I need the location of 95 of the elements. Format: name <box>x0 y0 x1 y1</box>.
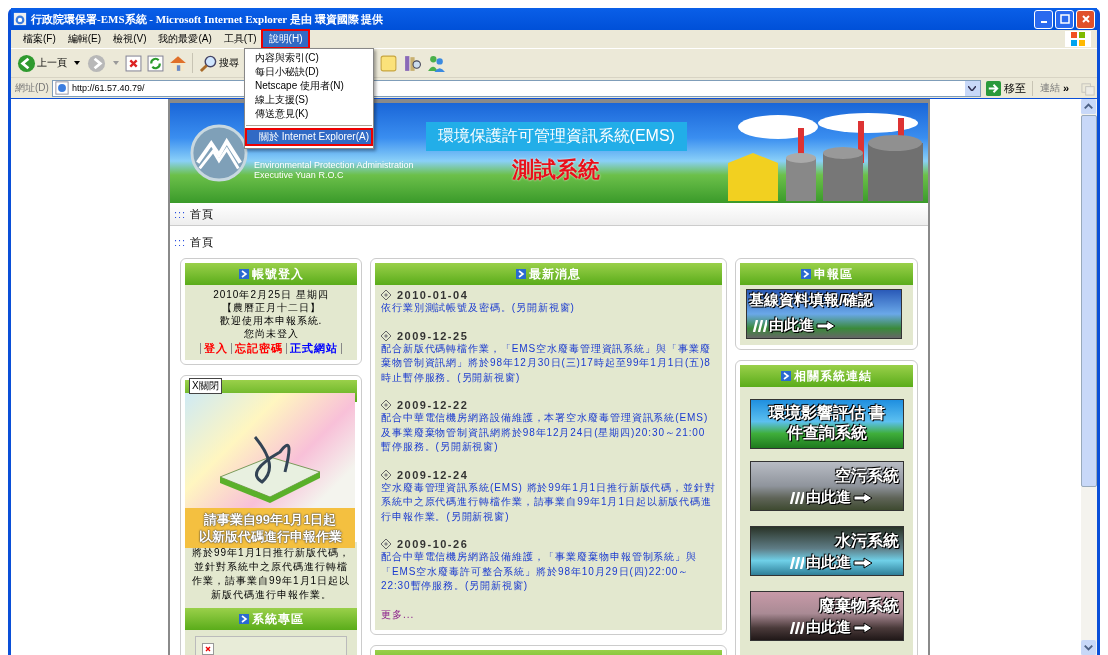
scroll-thumb[interactable] <box>1081 115 1097 487</box>
diamond-icon <box>381 469 391 480</box>
system-banner-link[interactable]: 廢棄物系統 由此進 <box>749 591 904 641</box>
minimize-button[interactable] <box>1034 9 1053 29</box>
login-info-text: 您尚未登入 <box>243 327 299 340</box>
caret-icon[interactable] <box>74 61 80 65</box>
maximize-button[interactable] <box>1055 9 1074 29</box>
people-icon[interactable] <box>427 53 446 73</box>
stripes-icon <box>788 621 804 634</box>
arrow-icon <box>238 614 249 624</box>
menu-item[interactable]: 傳送意見(K) <box>245 107 373 121</box>
news-link[interactable]: 配合中華電信機房網路設備維護，「事業廢棄物申報管制系統」與「EMS空水廢毒許可整合系統」將於98年10月29日(四)22:00～22:30暫停服務。(另開新視窗) <box>381 550 716 594</box>
search-button[interactable]: 搜尋 <box>197 53 241 73</box>
login-link[interactable]: 正式網站 <box>287 343 342 354</box>
home-icon[interactable] <box>169 54 187 72</box>
scroll-up-icon[interactable] <box>1081 99 1096 114</box>
system-banner-link[interactable]: 空污系統 由此進 <box>749 461 904 511</box>
news-date: 2009-12-25 <box>397 329 469 342</box>
login-info-text: 【農曆正月十二日】 <box>221 301 321 314</box>
login-info-text: 歡迎使用本申報系統. <box>219 314 323 327</box>
menu-item[interactable]: 說明(H) <box>262 31 309 47</box>
diamond-icon <box>381 539 391 549</box>
menu-item[interactable]: 每日小秘訣(D) <box>245 65 373 79</box>
search-icon <box>199 53 218 73</box>
links-label[interactable]: 連結 <box>1039 81 1060 95</box>
banner-caption: 請事業自99年1月1日起 <box>203 511 337 528</box>
report-banner-link[interactable]: 基線資料填報/確認 由此進 <box>746 289 902 339</box>
stripes-icon <box>788 556 804 569</box>
menu-item[interactable]: 編輯(E) <box>61 31 108 47</box>
back-button[interactable]: 上一頁 <box>15 53 69 73</box>
stop-icon[interactable] <box>125 54 142 72</box>
ie-icon <box>13 12 27 26</box>
go-arrow-icon <box>985 80 1001 96</box>
diamond-icon <box>381 400 391 410</box>
minimize-icon <box>1040 21 1047 23</box>
breadcrumb: ::: 首頁 <box>174 235 215 250</box>
close-popup-button[interactable]: X關閉 <box>189 378 222 394</box>
refresh-icon[interactable] <box>147 54 164 72</box>
news-date: 2010-01-04 <box>397 289 469 301</box>
dropdown-button[interactable] <box>964 80 980 96</box>
stripes-icon <box>751 319 767 332</box>
arrow-icon <box>853 621 873 634</box>
vertical-scrollbar[interactable] <box>1081 99 1097 655</box>
broken-image-icon <box>202 643 214 655</box>
breadcrumb: ::: 首頁 <box>174 206 215 222</box>
news-link[interactable]: 依行業別測試帳號及密碼。(另開新視窗) <box>381 301 716 316</box>
news-link[interactable]: 空水廢毒管理資訊系統(EMS) 將於99年1月1日推行新版代碼，並針對系統中之原代碼進行轉檔作業，請事業自99年1月1日起以新版代碼進行申報作業。(另開新視窗) <box>381 480 716 524</box>
close-button[interactable] <box>1076 9 1095 29</box>
address-label: 網址(D) <box>15 81 49 95</box>
news-date: 2009-12-24 <box>397 468 469 481</box>
close-icon <box>1080 14 1091 24</box>
scroll-down-icon[interactable] <box>1081 640 1096 655</box>
arrow-icon <box>516 269 526 279</box>
menu-item[interactable]: 線上支援(S) <box>245 93 373 107</box>
news-date: 2009-10-26 <box>397 538 469 550</box>
stripes-icon <box>788 491 804 504</box>
system-banner-link[interactable]: 水污系統 由此進 <box>749 526 904 576</box>
menu-item[interactable]: 內容與索引(C) <box>245 51 373 65</box>
window-title: 行政院環保署-EMS系統 - Microsoft Internet Explorer 是由 環資國際 提供 <box>31 11 384 27</box>
menu-item[interactable]: 檔案(F) <box>17 31 62 47</box>
caret-icon <box>968 85 977 91</box>
menu-item[interactable]: 關於 Internet Explorer(A) <box>247 130 371 144</box>
book-icon[interactable] <box>403 53 422 73</box>
news-date: 2009-12-22 <box>397 399 469 411</box>
news-link[interactable]: 配合新版代碼轉檔作業，「EMS空水廢毒管理資訊系統」與「事業廢棄物管制資訊網」將於98年12月30日(三)17時起至99年1月1日(五)8時止暫停服務。(另開新視窗) <box>381 341 716 385</box>
organization-name: Environmental Protection Administration <box>254 160 414 170</box>
panel-title: 最新消息 <box>529 265 581 283</box>
organization-name: Executive Yuan R.O.C <box>254 170 345 180</box>
panel-title: 系統專區 <box>251 610 304 628</box>
diamond-icon <box>381 330 391 341</box>
panel-title: 申報區 <box>813 265 853 283</box>
menu-item[interactable]: 檢視(V) <box>107 31 153 47</box>
arrow-icon <box>853 556 873 569</box>
arrow-icon <box>238 269 249 279</box>
menu-item[interactable]: 工具(T) <box>217 31 263 47</box>
maximize-icon <box>1059 14 1070 24</box>
test-system-label: 測試系統 <box>512 155 601 184</box>
news-link[interactable]: 配合中華電信機房網路設備維護，本署空水廢毒管理資訊系統(EMS)及事業廢棄物管制資訊網將於98年12月24日(星期四)20:30～21:00暫停服務。(另開新視窗) <box>381 411 716 455</box>
chevron-button[interactable]: » <box>1062 82 1069 94</box>
diamond-icon <box>381 290 391 300</box>
system-title: 環境保護許可管理資訊系統(EMS) <box>425 121 687 151</box>
more-link[interactable]: 更多... <box>381 607 716 622</box>
notice-text: 將於99年1月1日推行新版代碼，並針對系統中之原代碼進行轉檔作業，請事業自99年1月1日起以新版代碼進行申報作業。 <box>191 546 351 602</box>
arrow-icon <box>816 319 836 332</box>
address-field[interactable]: http://61.57.40.79/ <box>71 83 182 93</box>
login-info-text: 2010年2月25日 星期四 <box>213 288 329 301</box>
menu-item[interactable]: Netscape 使用者(N) <box>245 79 373 93</box>
panel-title: 相關系統連結 <box>794 367 872 385</box>
go-button[interactable]: 移至 <box>983 80 1033 96</box>
arrow-icon <box>853 491 873 504</box>
arrow-icon <box>800 269 811 279</box>
arrow-icon <box>781 371 791 381</box>
menu-item[interactable]: 我的最愛(A) <box>152 31 218 47</box>
banner-caption: 以新版代碼進行申報作業 <box>198 528 342 545</box>
panel-title: 帳號登入 <box>251 265 304 283</box>
